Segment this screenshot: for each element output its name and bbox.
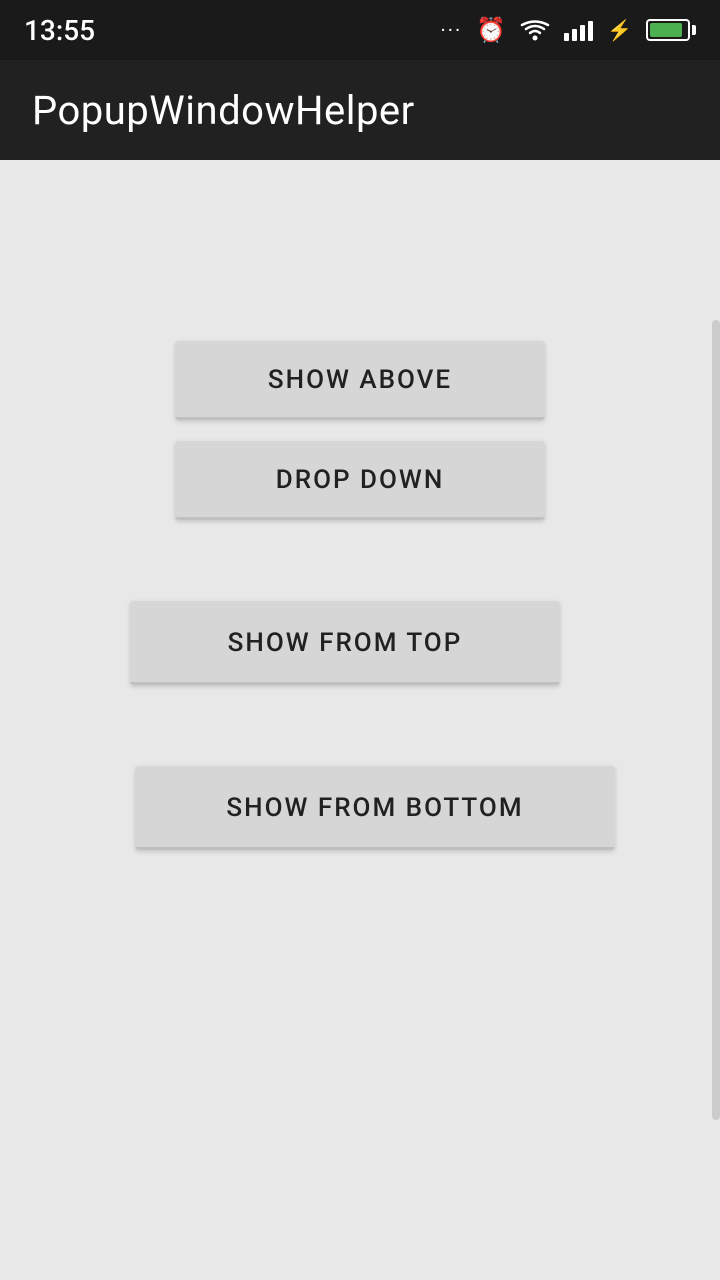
battery-tip bbox=[692, 25, 696, 35]
app-bar: PopupWindowHelper bbox=[0, 60, 720, 160]
status-bar: 13:55 ··· ⏰ ⚡ bbox=[0, 0, 720, 60]
battery-fill bbox=[650, 23, 682, 37]
status-icons: ··· ⏰ ⚡ bbox=[441, 16, 696, 44]
signal-bars-icon bbox=[564, 19, 593, 41]
show-above-button[interactable]: SHOW ABOVE bbox=[175, 340, 545, 420]
dots-icon: ··· bbox=[441, 18, 463, 42]
main-content: SHOW ABOVE DROP DOWN SHOW FROM TOP SHOW … bbox=[0, 160, 720, 1280]
battery-icon bbox=[646, 19, 696, 41]
battery-body bbox=[646, 19, 690, 41]
wifi-icon bbox=[520, 19, 550, 41]
lightning-icon: ⚡ bbox=[607, 18, 632, 42]
app-title: PopupWindowHelper bbox=[32, 87, 415, 134]
signal-bar-4 bbox=[588, 21, 593, 41]
show-from-bottom-button[interactable]: SHOW FROM BOTTOM bbox=[135, 765, 615, 850]
drop-down-button[interactable]: DROP DOWN bbox=[175, 440, 545, 520]
show-from-top-button[interactable]: SHOW FROM TOP bbox=[130, 600, 560, 685]
signal-bar-1 bbox=[564, 33, 569, 41]
signal-bar-2 bbox=[572, 29, 577, 41]
clock-icon: ⏰ bbox=[476, 16, 506, 44]
scroll-indicator[interactable] bbox=[712, 320, 720, 1120]
status-time: 13:55 bbox=[24, 14, 95, 47]
signal-bar-3 bbox=[580, 25, 585, 41]
